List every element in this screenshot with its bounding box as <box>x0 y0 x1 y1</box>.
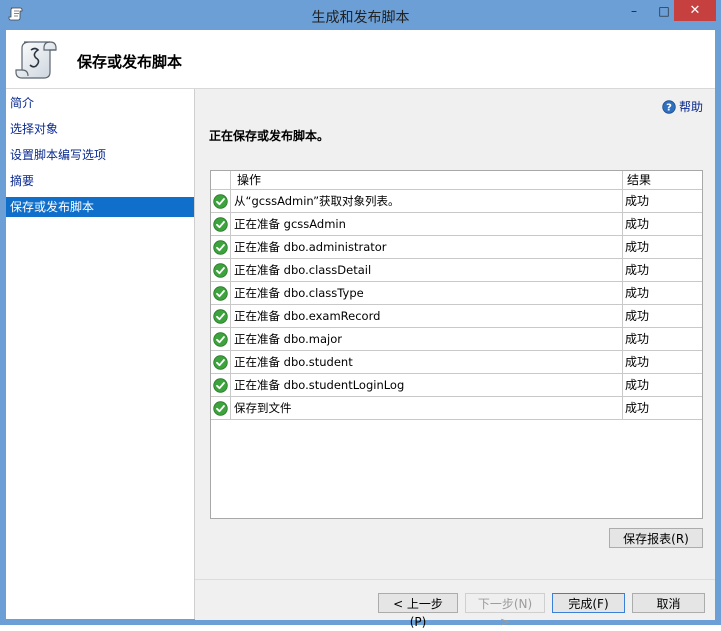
operation-cell: 正在准备 dbo.examRecord <box>231 305 623 327</box>
result-cell: 成功 <box>625 401 650 415</box>
sidebar-item-summary[interactable]: 摘要 <box>6 171 194 191</box>
success-check-icon <box>213 308 228 324</box>
sidebar-item-save-or-publish[interactable]: 保存或发布脚本 <box>6 197 194 217</box>
status-cell <box>211 213 231 235</box>
status-cell <box>211 328 231 350</box>
operation-cell: 保存到文件 <box>231 397 623 419</box>
table-row[interactable]: 正在准备 dbo.administrator 成功 <box>211 236 702 259</box>
table-row[interactable]: 正在准备 dbo.classType 成功 <box>211 282 702 305</box>
result-cell: 成功 <box>625 309 650 323</box>
success-check-icon <box>213 262 228 278</box>
results-table: 操作 结果 从“gcssAdmin”获取对象列表。 成功 正在准备 gcssAdmi… <box>210 170 703 519</box>
status-cell <box>211 351 231 373</box>
result-cell: 成功 <box>625 217 650 231</box>
next-button[interactable]: 下一步(N) > <box>465 593 545 629</box>
icon-column-header <box>211 171 231 189</box>
script-scroll-icon <box>15 41 57 79</box>
table-row[interactable]: 正在准备 dbo.student 成功 <box>211 351 702 374</box>
help-label[interactable]: 帮助 <box>679 98 703 115</box>
status-text: 正在保存或发布脚本。 <box>209 129 330 143</box>
wizard-footer: < 上一步(P) 下一步(N) > 完成(F) 取消 <box>195 579 715 629</box>
main-panel: ? 帮助 正在保存或发布脚本。 操作 结果 从“gcssAdmin”获取对象列表… <box>195 89 715 579</box>
operation-cell: 正在准备 gcssAdmin <box>231 213 623 235</box>
back-button[interactable]: < 上一步(P) <box>378 593 458 629</box>
minimize-button[interactable]: – <box>620 0 648 21</box>
table-row[interactable]: 正在准备 dbo.studentLoginLog 成功 <box>211 374 702 397</box>
success-check-icon <box>213 216 228 232</box>
dialog-window: 生成和发布脚本 – □ ✕ 保存或发布脚本 简介 选择对象 设置脚本编写选项 摘… <box>0 0 721 629</box>
svg-text:?: ? <box>666 102 672 113</box>
sidebar-item-choose-objects[interactable]: 选择对象 <box>6 119 194 139</box>
table-row[interactable]: 正在准备 dbo.major 成功 <box>211 328 702 351</box>
status-cell <box>211 305 231 327</box>
page-title: 保存或发布脚本 <box>77 53 183 71</box>
operation-cell: 正在准备 dbo.classType <box>231 282 623 304</box>
close-button[interactable]: ✕ <box>674 0 716 21</box>
status-cell <box>211 374 231 396</box>
save-report-button[interactable]: 保存报表(R) <box>609 528 703 548</box>
success-check-icon <box>213 285 228 301</box>
status-cell <box>211 282 231 304</box>
table-row[interactable]: 正在准备 dbo.examRecord 成功 <box>211 305 702 328</box>
operation-cell: 正在准备 dbo.student <box>231 351 623 373</box>
success-check-icon <box>213 239 228 255</box>
table-row[interactable]: 正在准备 dbo.classDetail 成功 <box>211 259 702 282</box>
wizard-nav: 简介 选择对象 设置脚本编写选项 摘要 保存或发布脚本 <box>6 89 195 619</box>
table-row[interactable]: 保存到文件 成功 <box>211 397 702 420</box>
result-cell: 成功 <box>625 355 650 369</box>
page-header: 保存或发布脚本 <box>6 30 715 89</box>
operation-cell: 从“gcssAdmin”获取对象列表。 <box>231 190 623 212</box>
success-check-icon <box>213 354 228 370</box>
result-cell: 成功 <box>625 194 650 208</box>
operation-cell: 正在准备 dbo.classDetail <box>231 259 623 281</box>
cancel-button[interactable]: 取消 <box>632 593 705 613</box>
dialog-client-area: 保存或发布脚本 简介 选择对象 设置脚本编写选项 摘要 保存或发布脚本 ? 帮助… <box>6 30 715 629</box>
title-bar[interactable]: 生成和发布脚本 – □ ✕ <box>0 0 721 30</box>
table-header: 操作 结果 <box>211 171 702 190</box>
operation-cell: 正在准备 dbo.studentLoginLog <box>231 374 623 396</box>
sidebar-item-intro[interactable]: 简介 <box>6 93 194 113</box>
status-cell <box>211 397 231 419</box>
operation-cell: 正在准备 dbo.major <box>231 328 623 350</box>
sidebar-item-scripting-options[interactable]: 设置脚本编写选项 <box>6 145 194 165</box>
result-cell: 成功 <box>625 286 650 300</box>
status-cell <box>211 236 231 258</box>
status-cell <box>211 190 231 212</box>
success-check-icon <box>213 377 228 393</box>
help-icon: ? <box>662 99 676 114</box>
success-check-icon <box>213 331 228 347</box>
help-link[interactable]: ? 帮助 <box>662 98 703 115</box>
finish-button[interactable]: 完成(F) <box>552 593 625 613</box>
result-cell: 成功 <box>625 378 650 392</box>
result-cell: 成功 <box>625 240 650 254</box>
result-cell: 成功 <box>625 332 650 346</box>
success-check-icon <box>213 400 228 416</box>
table-row[interactable]: 正在准备 gcssAdmin 成功 <box>211 213 702 236</box>
column-header-result[interactable]: 结果 <box>623 171 702 189</box>
window-title: 生成和发布脚本 <box>311 10 410 26</box>
operation-cell: 正在准备 dbo.administrator <box>231 236 623 258</box>
success-check-icon <box>213 193 228 209</box>
table-row[interactable]: 从“gcssAdmin”获取对象列表。 成功 <box>211 190 702 213</box>
column-header-operation[interactable]: 操作 <box>231 171 623 189</box>
status-cell <box>211 259 231 281</box>
result-cell: 成功 <box>625 263 650 277</box>
